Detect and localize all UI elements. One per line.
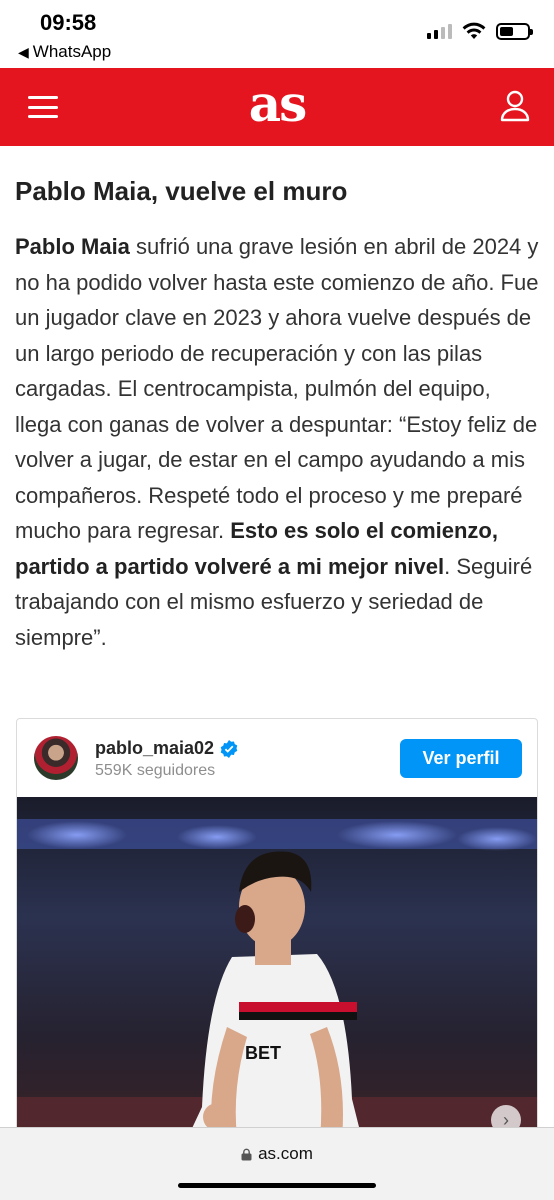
hamburger-icon[interactable] (28, 96, 58, 118)
cellular-signal-icon (427, 23, 452, 39)
back-app-label: WhatsApp (32, 42, 112, 61)
view-profile-button[interactable]: Ver perfil (400, 739, 522, 778)
post-photo[interactable]: BET › (17, 797, 537, 1137)
site-header: as (0, 68, 554, 146)
instagram-embed-header: pablo_maia02 559K seguidores Ver perfil (17, 719, 537, 797)
article-paragraph: Pablo Maia sufrió una grave lesión en ab… (15, 229, 539, 655)
article: Pablo Maia, vuelve el muro Pablo Maia su… (0, 146, 554, 655)
article-subheading: Pablo Maia, vuelve el muro (15, 176, 348, 206)
back-to-app-link[interactable]: ◀ WhatsApp (18, 42, 111, 62)
status-icons (427, 22, 533, 40)
as-logo[interactable]: as (249, 79, 308, 129)
avatar[interactable] (34, 736, 78, 780)
paragraph-text-1: sufrió una grave lesión en abril de 2024… (15, 234, 539, 543)
url-text: as.com (258, 1144, 313, 1163)
follower-count: 559K seguidores (95, 762, 216, 779)
back-caret-icon: ◀ (18, 43, 29, 60)
wifi-icon (462, 22, 486, 39)
status-bar: 09:58 ◀ WhatsApp (0, 0, 554, 68)
browser-url-bar[interactable]: as.com (0, 1127, 554, 1200)
player-name-bold: Pablo Maia (15, 234, 130, 259)
player-celebration-image: BET (17, 797, 537, 1137)
username-text: pablo_maia02 (95, 738, 215, 758)
instagram-username[interactable]: pablo_maia02 (95, 738, 238, 759)
user-icon[interactable] (500, 90, 530, 122)
home-indicator[interactable] (178, 1183, 376, 1188)
battery-icon (496, 22, 533, 40)
instagram-embed[interactable]: pablo_maia02 559K seguidores Ver perfil (16, 718, 538, 1138)
jersey-sponsor-text: BET (245, 1043, 281, 1063)
lock-icon (241, 1148, 252, 1160)
status-time: 09:58 (40, 10, 97, 35)
verified-badge-icon (220, 739, 238, 758)
url-display[interactable]: as.com (0, 1144, 554, 1164)
